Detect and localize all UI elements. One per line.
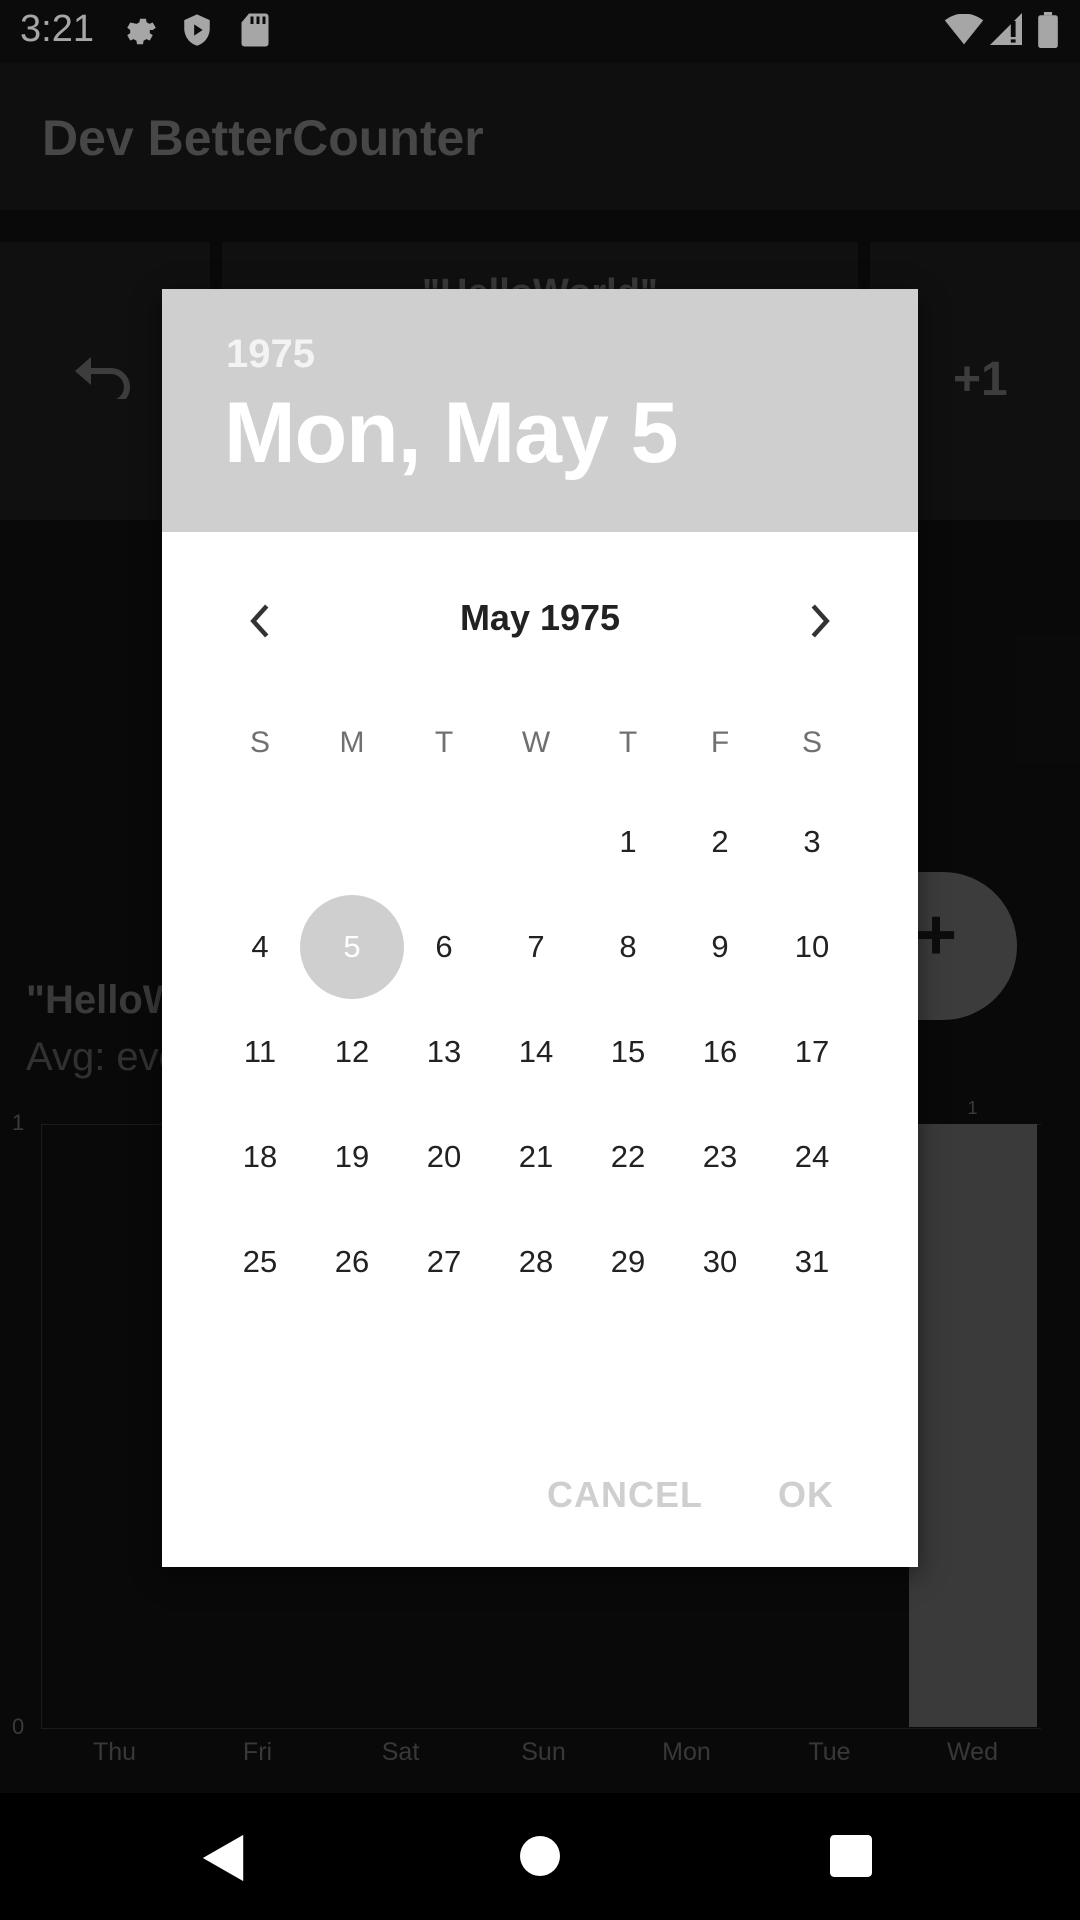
calendar-day[interactable]: 6 [392, 895, 496, 999]
calendar-day[interactable]: 18 [208, 1105, 312, 1209]
calendar-day-selected[interactable]: 5 [300, 895, 404, 999]
calendar-day[interactable]: 29 [576, 1210, 680, 1314]
weekday-label: F [710, 726, 730, 759]
calendar-day[interactable]: 15 [576, 1000, 680, 1104]
weekday-label: W [521, 726, 551, 759]
next-month-button[interactable] [790, 591, 850, 651]
ok-button[interactable]: OK [778, 1474, 834, 1516]
calendar-day[interactable]: 26 [300, 1210, 404, 1314]
weekday-label: S [249, 726, 270, 759]
calendar-day[interactable]: 7 [484, 895, 588, 999]
calendar-day[interactable]: 31 [760, 1210, 864, 1314]
calendar-day[interactable]: 12 [300, 1000, 404, 1104]
calendar-day[interactable]: 27 [392, 1210, 496, 1314]
calendar-day[interactable]: 22 [576, 1105, 680, 1209]
navigation-bar [0, 1793, 1080, 1920]
date-picker-dialog: 1975 Mon, May 5 May 1975 SMTWTFS 1234567… [162, 289, 918, 1567]
calendar-day[interactable]: 17 [760, 1000, 864, 1104]
calendar-day[interactable]: 9 [668, 895, 772, 999]
chevron-right-icon [811, 604, 830, 638]
recents-icon[interactable] [830, 1835, 872, 1882]
calendar-day[interactable]: 14 [484, 1000, 588, 1104]
home-icon[interactable] [520, 1836, 560, 1881]
calendar-day[interactable]: 19 [300, 1105, 404, 1209]
calendar-day[interactable]: 28 [484, 1210, 588, 1314]
back-icon[interactable] [200, 1833, 248, 1888]
calendar-day[interactable]: 2 [668, 790, 772, 894]
calendar-day[interactable]: 21 [484, 1105, 588, 1209]
weekday-label: S [801, 726, 822, 759]
year-selector[interactable]: 1975 [226, 332, 315, 377]
calendar-day[interactable]: 13 [392, 1000, 496, 1104]
weekday-label: T [618, 726, 638, 759]
calendar-day[interactable]: 23 [668, 1105, 772, 1209]
dialog-header: 1975 Mon, May 5 [162, 289, 918, 532]
weekday-label: M [339, 726, 365, 759]
calendar-day[interactable]: 11 [208, 1000, 312, 1104]
calendar-day[interactable]: 10 [760, 895, 864, 999]
calendar-day[interactable]: 4 [208, 895, 312, 999]
calendar-day[interactable]: 16 [668, 1000, 772, 1104]
calendar-day[interactable]: 20 [392, 1105, 496, 1209]
cancel-button[interactable]: CANCEL [547, 1474, 703, 1516]
weekday-label: T [434, 726, 454, 759]
selected-date[interactable]: Mon, May 5 [224, 384, 679, 483]
calendar-day[interactable]: 25 [208, 1210, 312, 1314]
calendar-day[interactable]: 1 [576, 790, 680, 894]
calendar-day[interactable]: 30 [668, 1210, 772, 1314]
calendar-day[interactable]: 24 [760, 1105, 864, 1209]
calendar-day[interactable]: 3 [760, 790, 864, 894]
calendar-day[interactable]: 8 [576, 895, 680, 999]
